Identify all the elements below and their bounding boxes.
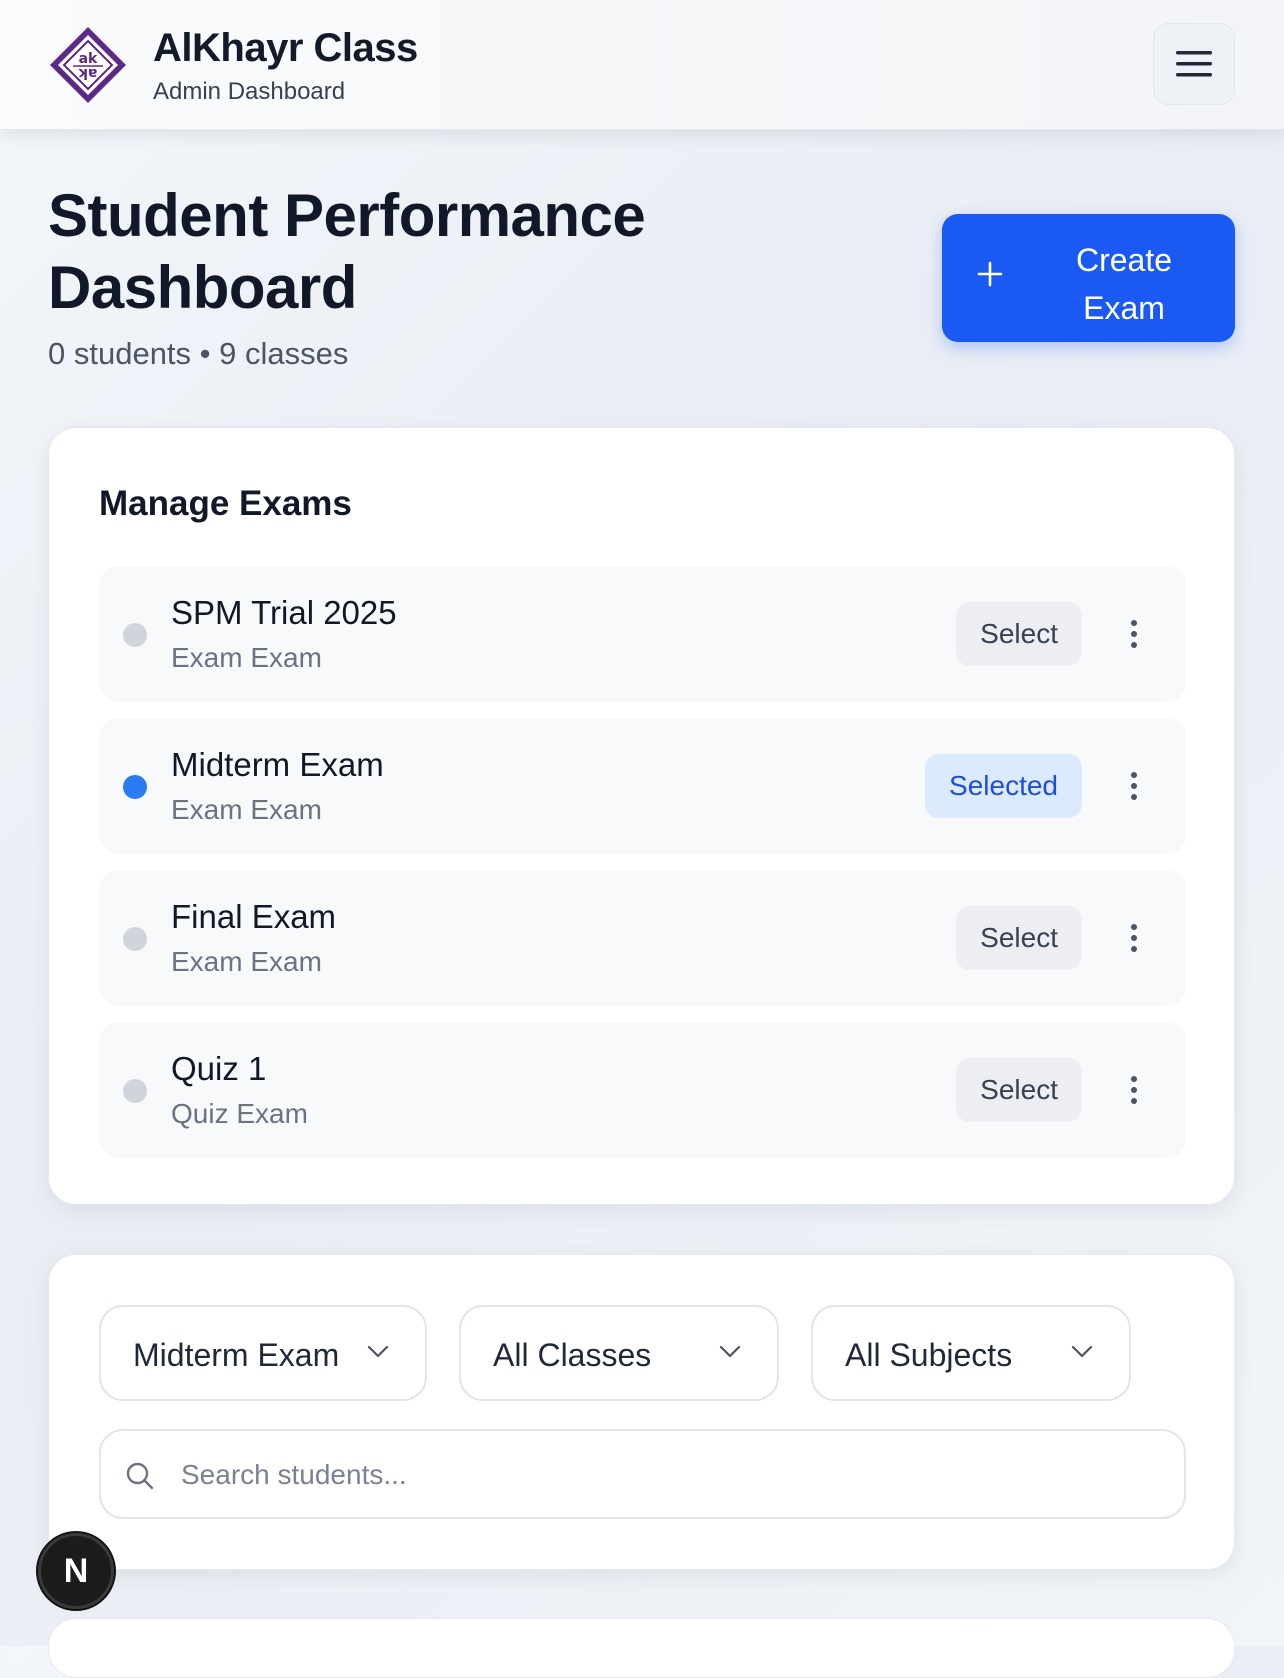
subject-filter-value: All Subjects [845,1337,1013,1373]
exam-type: Exam Exam [171,946,322,977]
exam-name: Midterm Exam [171,746,384,783]
manage-exams-title: Manage Exams [99,484,352,523]
create-exam-button[interactable]: Create Exam [942,214,1235,342]
page-title: Student Performance Dashboard [48,182,646,321]
exam-name: Quiz 1 [171,1050,267,1087]
plus-icon [977,261,1003,287]
class-filter-dropdown[interactable]: All Classes [459,1305,779,1401]
chevron-down-icon [719,1345,741,1358]
search-input[interactable] [181,1451,1141,1499]
class-filter-value: All Classes [493,1337,652,1373]
status-dot [123,927,147,951]
svg-text:ak: ak [79,51,98,67]
page-meta: 0 students • 9 classes [48,336,349,371]
status-dot [123,623,147,647]
exam-row[interactable]: Final Exam Exam Exam Select [99,870,1186,1006]
more-options-icon[interactable] [1120,616,1148,652]
chevron-down-icon [1071,1345,1093,1358]
more-options-icon[interactable] [1120,920,1148,956]
dev-tools-badge[interactable]: N [38,1533,114,1609]
select-exam-button[interactable]: Select [956,906,1082,970]
status-dot [123,1079,147,1103]
svg-text:ak: ak [78,65,97,81]
selected-exam-button[interactable]: Selected [925,754,1082,818]
exam-type: Exam Exam [171,642,322,673]
filters-card: Midterm Exam All Classes All Subjects [48,1254,1235,1570]
select-exam-button[interactable]: Select [956,1058,1082,1122]
exam-name: SPM Trial 2025 [171,594,397,631]
alkhayr-logo-icon[interactable]: ak ak [49,26,127,104]
manage-exams-card: Manage Exams SPM Trial 2025 Exam Exam Se… [48,427,1235,1205]
more-options-icon[interactable] [1120,768,1148,804]
exam-filter-dropdown[interactable]: Midterm Exam [99,1305,427,1401]
app-title: AlKhayr Class [153,26,418,70]
menu-button[interactable] [1153,23,1235,105]
status-dot [123,775,147,799]
exam-name: Final Exam [171,898,337,935]
exam-row[interactable]: Quiz 1 Quiz Exam Select [99,1022,1186,1158]
app-header: ak ak AlKhayr Class Admin Dashboard [0,0,1284,130]
exam-filter-value: Midterm Exam [133,1337,340,1373]
search-field[interactable] [99,1429,1186,1519]
app-subtitle: Admin Dashboard [153,78,346,105]
exam-type: Exam Exam [171,794,322,825]
exam-row[interactable]: SPM Trial 2025 Exam Exam Select [99,566,1186,702]
results-card [48,1618,1235,1678]
subject-filter-dropdown[interactable]: All Subjects [811,1305,1131,1401]
exam-type: Quiz Exam [171,1098,308,1129]
chevron-down-icon [367,1345,389,1358]
exam-row[interactable]: Midterm Exam Exam Exam Selected [99,718,1186,854]
select-exam-button[interactable]: Select [956,602,1082,666]
hamburger-menu-icon [1176,51,1212,77]
search-icon [126,1462,154,1490]
more-options-icon[interactable] [1120,1072,1148,1108]
create-exam-label: Create Exam [1075,242,1173,326]
